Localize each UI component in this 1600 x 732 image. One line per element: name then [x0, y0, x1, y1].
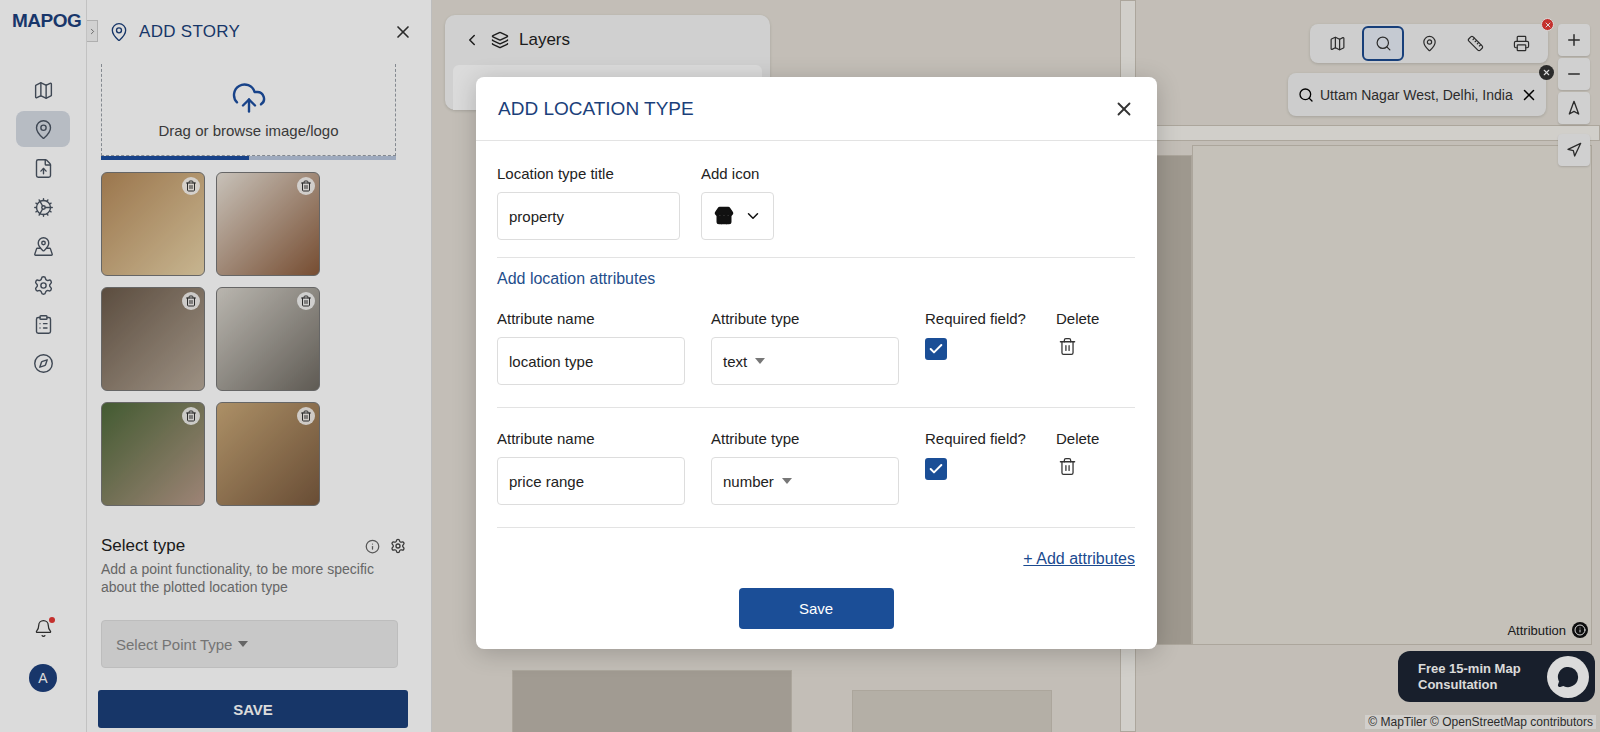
attribute-row: Attribute name price range Attribute type n… [497, 408, 1135, 528]
attribute-name-col: Attribute name price range [497, 430, 711, 505]
attribute-type-col: Attribute type number [711, 430, 925, 505]
field-label: Add icon [701, 165, 821, 182]
attribute-type-select[interactable]: number [711, 457, 899, 505]
delete-attribute-button[interactable] [1056, 337, 1116, 356]
app: MAPOGAADD STORYDrag or browse image/logo… [0, 0, 1600, 732]
store-icon [714, 206, 734, 226]
close-icon [1113, 98, 1135, 120]
field-label: Location type title [497, 165, 680, 182]
required-col: Required field? [925, 430, 1056, 505]
trash-icon [1058, 457, 1077, 476]
icon-picker[interactable] [701, 192, 774, 240]
title-field: Location type title property [497, 165, 680, 240]
trash-icon [1058, 337, 1077, 356]
column-label: Attribute type [711, 430, 925, 447]
modal-header: ADD LOCATION TYPE [476, 77, 1157, 141]
attribute-row: Attribute name location type Attribute typ… [497, 288, 1135, 408]
title-input[interactable]: property [497, 192, 680, 240]
modal-close-button[interactable] [1113, 98, 1135, 120]
column-label: Required field? [925, 310, 1056, 327]
attribute-type-col: Attribute type text [711, 310, 925, 385]
check-icon [928, 341, 944, 357]
column-label: Attribute name [497, 430, 711, 447]
delete-col: Delete [1056, 310, 1116, 385]
delete-col: Delete [1056, 430, 1116, 505]
modal-body: Location type title property Add icon Add l… [476, 141, 1157, 649]
column-label: Delete [1056, 310, 1116, 327]
column-label: Delete [1056, 430, 1116, 447]
icon-field: Add icon [701, 165, 821, 240]
required-checkbox[interactable] [925, 458, 947, 480]
attribute-name-col: Attribute name location type [497, 310, 711, 385]
chevron-down-icon [744, 207, 762, 225]
column-label: Attribute name [497, 310, 711, 327]
column-label: Attribute type [711, 310, 925, 327]
modal-backdrop: ADD LOCATION TYPE Location type title prop… [0, 0, 1600, 732]
delete-attribute-button[interactable] [1056, 457, 1116, 476]
attribute-type-select[interactable]: text [711, 337, 899, 385]
attribute-name-input[interactable]: location type [497, 337, 685, 385]
column-label: Required field? [925, 430, 1056, 447]
caret-icon [782, 478, 792, 484]
add-location-type-modal: ADD LOCATION TYPE Location type title prop… [476, 77, 1157, 649]
attributes-heading: Add location attributes [497, 270, 1135, 288]
required-checkbox[interactable] [925, 338, 947, 360]
caret-icon [755, 358, 765, 364]
type-row: Location type title property Add icon [497, 165, 1135, 258]
attribute-name-input[interactable]: price range [497, 457, 685, 505]
check-icon [928, 461, 944, 477]
required-col: Required field? [925, 310, 1056, 385]
modal-title: ADD LOCATION TYPE [498, 98, 1113, 120]
add-attributes-link[interactable]: + Add attributes [1023, 550, 1135, 568]
modal-save-button[interactable]: Save [739, 588, 894, 629]
